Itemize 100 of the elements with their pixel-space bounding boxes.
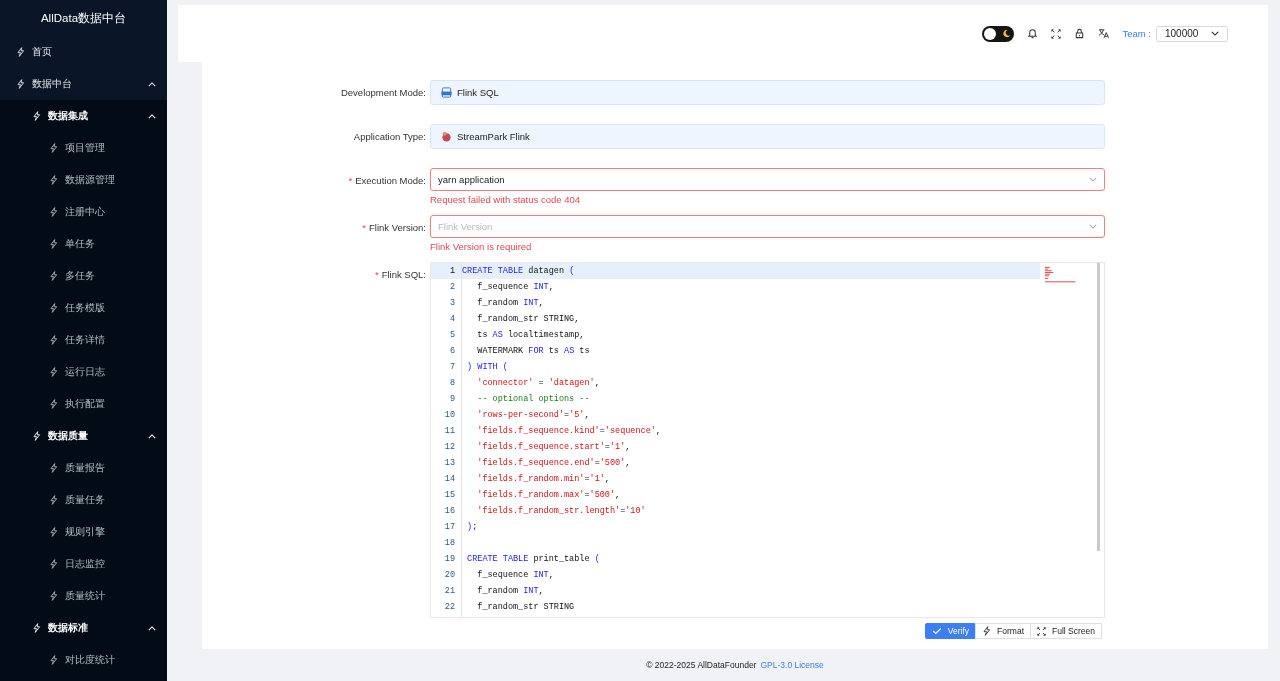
menu-item[interactable]: 单任务 <box>0 228 167 260</box>
menu-item[interactable]: 首页 <box>0 36 167 68</box>
line-number: 2 <box>448 281 456 294</box>
line-number: 5 <box>448 329 456 342</box>
field-label: Execution Mode: <box>355 175 426 186</box>
translate-icon[interactable] <box>1098 28 1110 39</box>
lightning-icon <box>49 239 58 249</box>
error-message: Flink Version is required <box>430 240 533 254</box>
line-number: 7 <box>448 361 456 374</box>
scrollbar[interactable] <box>1097 263 1100 551</box>
format-button[interactable]: Format <box>975 623 1031 639</box>
code-line: f_random_str STRING <box>476 602 575 612</box>
line-number: 20 <box>443 569 456 582</box>
line-number: 21 <box>443 585 456 598</box>
lightning-icon <box>49 335 58 345</box>
lightning-icon <box>49 175 58 185</box>
code-line: 'fields.f_sequence.end'='500', <box>476 458 631 468</box>
menu-item[interactable]: 规则引擎 <box>0 516 167 548</box>
submenu-item[interactable]: 数据质量 <box>0 420 167 452</box>
code-line: 'connector' = 'datagen', <box>476 378 600 388</box>
menu-item[interactable]: 质量统计 <box>0 580 167 612</box>
sql-file-icon <box>441 87 452 98</box>
line-number: 16 <box>443 505 456 518</box>
lightning-icon <box>982 626 992 636</box>
bell-icon[interactable] <box>1027 28 1039 39</box>
field-label: Flink SQL: <box>381 269 426 280</box>
menu-item[interactable]: 日志监控 <box>0 548 167 580</box>
required-mark: * <box>348 175 353 186</box>
code-line: ); <box>466 522 478 532</box>
code-line: 'fields.f_random_str.length'='10' <box>476 506 646 516</box>
chevron-icon <box>1089 224 1097 229</box>
code-line: 'fields.f_random.min'='1', <box>476 474 610 484</box>
lightning-icon <box>49 591 58 601</box>
line-number: 18 <box>443 537 456 550</box>
lightning-icon <box>16 79 25 89</box>
menu-item[interactable]: 数据源管理 <box>0 164 167 196</box>
lightning-icon <box>49 559 58 569</box>
menu-item[interactable]: 执行配置 <box>0 388 167 420</box>
line-number: 14 <box>443 473 456 486</box>
line-number: 8 <box>448 377 456 390</box>
readonly-field: StreamPark Flink <box>430 124 1105 149</box>
field-label: Development Mode: <box>340 87 426 98</box>
menu-item[interactable]: 数据中台 <box>0 68 167 100</box>
code-line: f_sequence INT, <box>476 570 554 580</box>
menu-item[interactable]: 对比度统计 <box>0 644 167 676</box>
chevron-icon <box>148 625 156 631</box>
code-line: ) WITH ( <box>466 362 508 372</box>
readonly-field: Flink SQL <box>430 80 1105 105</box>
lightning-icon <box>49 399 58 409</box>
verify-button[interactable]: Verify <box>924 623 977 639</box>
code-line: CREATE TABLE datagen ( <box>462 266 575 276</box>
lightning-icon <box>49 527 58 537</box>
chevron-icon <box>1211 31 1219 36</box>
app-logo-text: AllData数据中台 <box>0 0 167 36</box>
error-message: Request failed with status code 404 <box>430 193 581 207</box>
submenu-item[interactable]: 数据标准 <box>0 612 167 644</box>
lightning-icon <box>32 431 41 441</box>
line-number: 10 <box>443 409 456 422</box>
lightning-icon <box>49 495 58 505</box>
team-select[interactable]: 100000 <box>1156 25 1228 42</box>
moon-icon <box>1002 29 1012 38</box>
checkmark-icon <box>931 626 942 636</box>
chevron-icon <box>148 433 156 439</box>
code-line: CREATE TABLE print_table ( <box>466 554 600 564</box>
code-line: f_random_str STRING, <box>476 314 580 324</box>
menu-item[interactable]: 注册中心 <box>0 196 167 228</box>
field-label: Flink Version: <box>368 222 426 233</box>
select-field[interactable]: yarn application <box>430 168 1105 191</box>
code-line: WATERMARK FOR ts AS ts <box>476 346 590 356</box>
fullscreen-icon <box>1037 626 1046 636</box>
menu-item[interactable]: 质量任务 <box>0 484 167 516</box>
theme-toggle[interactable] <box>982 25 1015 42</box>
lightning-icon <box>49 655 58 665</box>
lightning-icon <box>32 623 41 633</box>
menu-item[interactable]: 运行日志 <box>0 356 167 388</box>
fullscreen-icon[interactable] <box>1051 28 1062 39</box>
lightning-icon <box>49 367 58 377</box>
code-line: f_sequence INT, <box>476 282 554 292</box>
code-line: -- optional options -- <box>476 394 590 404</box>
line-number: 1 <box>431 263 461 279</box>
minimap-drawing <box>1044 265 1078 285</box>
menu-item[interactable]: 任务详情 <box>0 324 167 356</box>
line-number: 6 <box>448 345 456 358</box>
line-number: 3 <box>448 297 456 310</box>
submenu-item[interactable]: 数据集成 <box>0 100 167 132</box>
menu-item[interactable]: 任务模版 <box>0 292 167 324</box>
license-link[interactable]: GPL-3.0 License <box>760 660 824 670</box>
line-number: 13 <box>443 457 456 470</box>
menu-item[interactable]: 多任务 <box>0 260 167 292</box>
copyright-text: © 2022-2025 AllDataFounder <box>646 660 757 670</box>
lock-icon[interactable] <box>1074 28 1086 39</box>
squirrel-logo-icon <box>441 131 452 142</box>
line-number: 19 <box>443 553 456 566</box>
menu-item[interactable]: 项目管理 <box>0 132 167 164</box>
line-number: 9 <box>448 393 456 406</box>
field-label: Application Type: <box>353 131 426 142</box>
line-number: 15 <box>443 489 456 502</box>
menu-item[interactable]: 质量报告 <box>0 452 167 484</box>
fullscreen-button[interactable]: Full Screen <box>1030 623 1102 639</box>
code-line: 'rows-per-second'='5', <box>476 410 590 420</box>
